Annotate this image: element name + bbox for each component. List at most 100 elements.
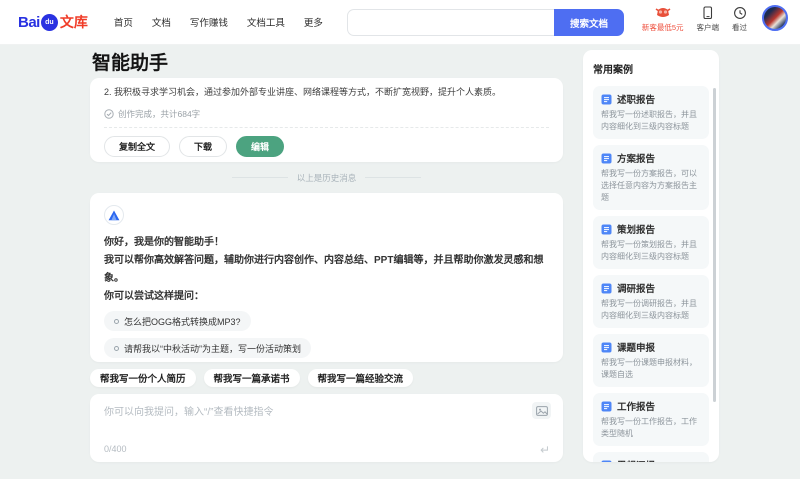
assistant-hint: 你可以尝试这样提问：: [104, 291, 204, 302]
quick-prompt-chip[interactable]: 帮我写一份个人简历: [90, 369, 196, 387]
divider-line: [231, 177, 288, 178]
case-header: 调研报告: [601, 281, 701, 295]
case-card[interactable]: 工作报告 帮我写一份工作报告，工作类型随机: [593, 393, 709, 446]
bullet-icon: [114, 345, 119, 351]
top-navbar: Bai du 文库 首页 文档 写作赚钱 文档工具 更多 搜索文档 新客最低5元: [0, 0, 800, 45]
nav-item[interactable]: 写作赚钱: [190, 15, 228, 29]
case-header: 方案报告: [601, 151, 701, 165]
case-title: 调研报告: [617, 284, 656, 295]
suggested-question[interactable]: 请帮我以“中秋活动”为主题，写一份活动策划: [104, 338, 311, 358]
case-header: 思想汇报: [601, 458, 701, 462]
viewed-label: 看过: [732, 23, 747, 32]
status-text: 创作完成，共计684字: [118, 109, 201, 119]
composer: 0/400 ↵: [90, 394, 563, 462]
logo-text-wenku: 文库: [59, 14, 88, 30]
case-card[interactable]: 策划报告 帮我写一份策划报告，并且内容细化到三级内容标题: [593, 216, 709, 269]
promo-label: 新客最低5元: [641, 23, 684, 32]
sidebar-title: 常用案例: [593, 65, 633, 76]
search-bar: 搜索文档: [347, 9, 624, 36]
nav-item[interactable]: 文档: [152, 15, 171, 29]
logo-text-bai: Bai: [18, 13, 40, 31]
app: Bai du 文库 首页 文档 写作赚钱 文档工具 更多 搜索文档 新客最低5元: [0, 0, 800, 479]
case-title: 方案报告: [617, 154, 656, 165]
case-card[interactable]: 调研报告 帮我写一份调研报告，并且内容细化到三级内容标题: [593, 275, 709, 328]
sidebar-scrollbar[interactable]: [713, 88, 716, 402]
picture-icon: [535, 405, 548, 416]
client-app-link[interactable]: 客户端: [696, 3, 720, 33]
edit-button[interactable]: 编辑: [236, 136, 285, 157]
case-header: 策划报告: [601, 222, 701, 236]
nav-item[interactable]: 文档工具: [247, 15, 285, 29]
viewed-history-link[interactable]: 看过: [732, 3, 747, 33]
document-icon: [601, 94, 612, 104]
suggested-question-label: 怎么把OGG格式转换成MP3?: [124, 316, 241, 327]
case-header: 述职报告: [601, 92, 701, 106]
case-title: 策划报告: [617, 225, 656, 236]
case-header: 课题申报: [601, 340, 701, 354]
case-description: 帮我写一份调研报告，并且内容细化到三级内容标题: [601, 299, 697, 320]
case-card[interactable]: 课题申报 帮我写一份课题申报材料，课题自选: [593, 334, 709, 387]
suggested-question[interactable]: 怎么把OGG格式转换成MP3?: [104, 311, 251, 331]
case-description: 帮我写一份工作报告，工作类型随机: [601, 417, 697, 438]
download-button[interactable]: 下载: [179, 136, 228, 157]
history-divider: 以上是历史消息: [90, 171, 563, 184]
document-icon: [601, 401, 612, 411]
baidu-paw-icon: du: [40, 13, 58, 31]
case-header: 工作报告: [601, 399, 701, 413]
case-card[interactable]: 述职报告 帮我写一份述职报告，并且内容细化到三级内容标题: [593, 86, 709, 139]
message-input[interactable]: [104, 403, 519, 437]
document-icon: [601, 153, 612, 163]
document-icon: [601, 283, 612, 293]
case-description: 帮我写一份述职报告，并且内容细化到三级内容标题: [601, 110, 697, 131]
suggested-questions: 怎么把OGG格式转换成MP3? 请帮我以“中秋活动”为主题，写一份活动策划 请辅…: [104, 311, 549, 362]
logo-text-du: du: [45, 18, 54, 26]
divider-line: [104, 127, 549, 128]
assistant-intro: 我可以帮你高效解答问题，辅助你进行内容创作、内容总结、PPT编辑等，并且帮助你激…: [104, 255, 544, 284]
user-avatar[interactable]: [762, 5, 788, 31]
action-buttons: 复制全文 下载 编辑: [104, 136, 549, 157]
suggested-question-label: 请帮我以“中秋活动”为主题，写一份活动策划: [124, 343, 301, 354]
case-list: 述职报告 帮我写一份述职报告，并且内容细化到三级内容标题 方案报告 帮我写一份方…: [593, 86, 709, 462]
baidu-wenku-logo[interactable]: Bai du 文库: [18, 12, 88, 32]
main-nav: 首页 文档 写作赚钱 文档工具 更多: [114, 15, 323, 29]
case-description: 帮我写一份策划报告，并且内容细化到三级内容标题: [601, 240, 697, 261]
page-title: 智能助手: [92, 53, 169, 74]
quick-prompt-chip[interactable]: 帮我写一篇承诺书: [203, 369, 300, 387]
case-title: 课题申报: [617, 343, 656, 354]
assistant-avatar-icon: [104, 205, 124, 225]
search-input[interactable]: [347, 9, 554, 36]
clock-icon: [733, 7, 746, 19]
case-title: 思想汇报: [617, 458, 655, 462]
search-button[interactable]: 搜索文档: [554, 9, 624, 36]
client-label: 客户端: [696, 23, 720, 32]
nav-item[interactable]: 更多: [304, 15, 323, 29]
new-user-promo-link[interactable]: 新客最低5元: [642, 3, 684, 33]
image-upload-button[interactable]: [532, 402, 551, 419]
char-counter: 0/400: [104, 444, 127, 454]
case-description: 帮我写一份方案报告，可以选择任意内容为方案报告主题: [601, 169, 697, 202]
nav-item[interactable]: 首页: [114, 15, 133, 29]
phone-icon: [703, 6, 713, 20]
divider-line: [365, 177, 422, 178]
bullet-icon: [114, 318, 119, 324]
history-divider-label: 以上是历史消息: [296, 172, 357, 183]
case-title: 述职报告: [617, 95, 656, 106]
quick-prompt-chip[interactable]: 帮我写一篇经验交流: [307, 369, 414, 387]
document-icon: [601, 342, 612, 352]
check-circle-icon: [104, 109, 114, 119]
quick-prompt-chips: 帮我写一份个人简历 帮我写一篇承诺书 帮我写一篇经验交流: [90, 369, 563, 387]
creation-status: 创作完成，共计684字: [104, 108, 549, 120]
history-text: 2. 我积极寻求学习机会，通过参加外部专业讲座、网络课程等方式，不断扩宽视野，提…: [104, 87, 502, 97]
case-description: 帮我写一份课题申报材料，课题自选: [601, 358, 697, 379]
case-card[interactable]: 思想汇报 帮我写一份思想汇报: [593, 452, 709, 462]
promo-mascot-icon: [655, 8, 671, 17]
case-title: 工作报告: [617, 402, 656, 413]
history-message-card: 2. 我积极寻求学习机会，通过参加外部专业讲座、网络课程等方式，不断扩宽视野，提…: [90, 78, 563, 162]
copy-all-button[interactable]: 复制全文: [104, 136, 171, 157]
case-card[interactable]: 方案报告 帮我写一份方案报告，可以选择任意内容为方案报告主题: [593, 145, 709, 210]
assistant-message-card: 你好，我是你的智能助手！ 我可以帮你高效解答问题，辅助你进行内容创作、内容总结、…: [90, 193, 563, 362]
document-icon: [601, 224, 612, 234]
chat-column: 智能助手 2. 我积极寻求学习机会，通过参加外部专业讲座、网络课程等方式，不断扩…: [90, 45, 563, 462]
enter-key-icon: ↵: [539, 443, 550, 457]
common-cases-panel: 常用案例 述职报告 帮我写一份述职报告，并且内容细化到三级内容标题 方案报告 帮…: [583, 50, 719, 462]
